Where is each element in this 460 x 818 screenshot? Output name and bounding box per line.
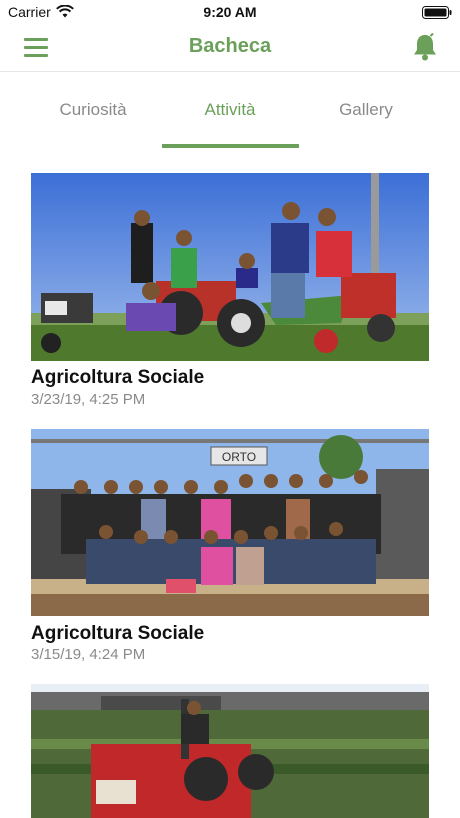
bell-icon[interactable] bbox=[412, 33, 438, 61]
tab-curiosita[interactable]: Curiosità bbox=[18, 100, 168, 120]
post-image[interactable]: ORTO bbox=[31, 429, 429, 616]
post-title[interactable]: Agricoltura Sociale bbox=[31, 623, 204, 645]
post-date: 3/23/19, 4:25 PM bbox=[31, 391, 146, 408]
post-image[interactable] bbox=[31, 684, 429, 818]
page-title: Bacheca bbox=[188, 35, 272, 57]
status-time: 9:20 AM bbox=[203, 4, 257, 20]
navigation-bar: Bacheca bbox=[0, 26, 460, 72]
post-date: 3/15/19, 4:24 PM bbox=[31, 646, 146, 663]
segmented-tabs: Curiosità Attività Gallery bbox=[0, 72, 460, 152]
active-tab-indicator bbox=[162, 144, 299, 148]
tab-attivita[interactable]: Attività bbox=[155, 100, 305, 120]
hamburger-menu-icon[interactable] bbox=[24, 38, 48, 58]
tab-gallery[interactable]: Gallery bbox=[291, 100, 441, 120]
battery-icon bbox=[422, 6, 452, 19]
post-title[interactable]: Agricoltura Sociale bbox=[31, 367, 204, 389]
status-bar: Carrier 9:20 AM bbox=[0, 0, 460, 26]
post-image[interactable] bbox=[31, 173, 429, 361]
orto-sign: ORTO bbox=[222, 450, 256, 464]
